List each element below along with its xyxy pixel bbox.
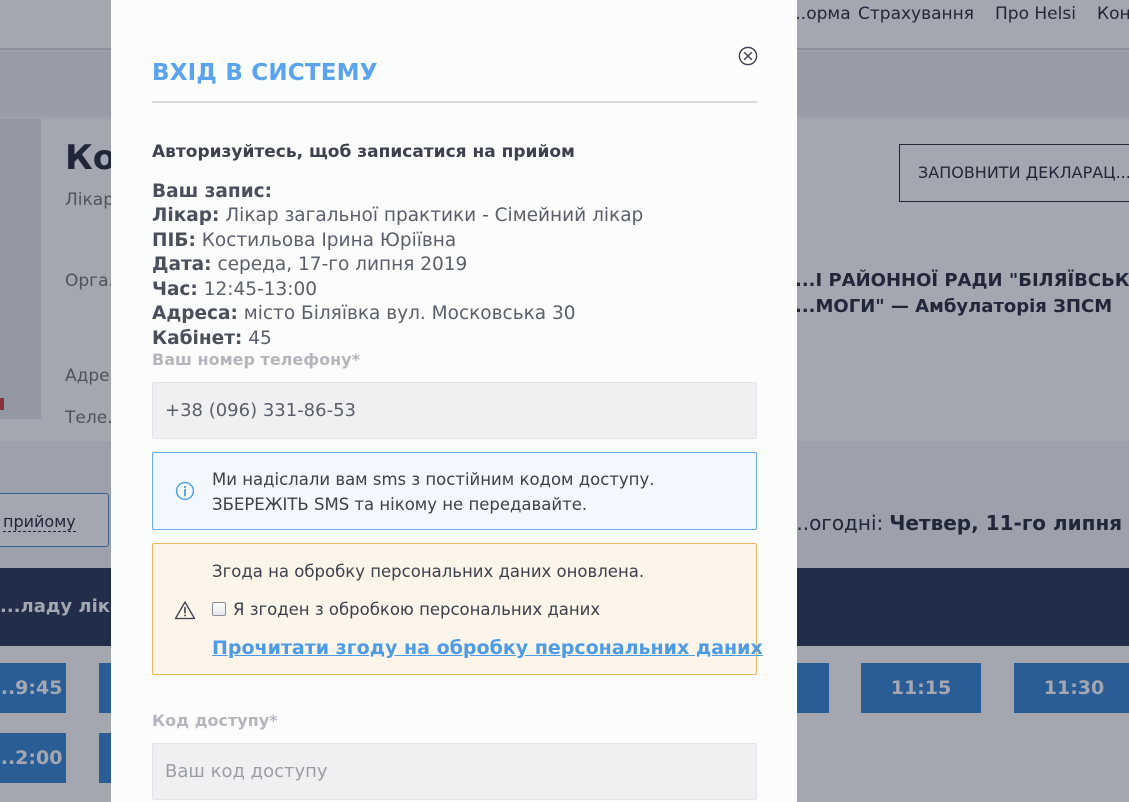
sms-info-box: Ми надіслали вам sms з постійним кодом д… (152, 452, 757, 530)
record-doctor-label: Лікар: (152, 205, 220, 226)
info-icon (175, 481, 195, 501)
close-circle-icon (738, 46, 758, 66)
phone-input[interactable] (152, 382, 757, 439)
record-time-label: Час: (152, 279, 198, 300)
consent-checkbox-row[interactable]: Я згоден з обробкою персональних даних (212, 598, 600, 620)
record-name-label: ПІБ: (152, 230, 196, 251)
record-room: Кабінет: 45 (152, 327, 272, 351)
phone-field-label: Ваш номер телефону* (152, 350, 360, 369)
auth-subtitle: Авторизуйтесь, щоб записатися на прийом (152, 142, 575, 162)
record-doctor: Лікар: Лікар загальної практики - Сімейн… (152, 204, 643, 228)
consent-checkbox-label: Я згоден з обробкою персональних даних (233, 599, 601, 619)
consent-updated-text: Згода на обробку персональних даних онов… (212, 562, 645, 581)
title-divider (152, 101, 757, 103)
record-name-value: Костильова Ірина Юріївна (195, 230, 457, 251)
record-room-label: Кабінет: (152, 328, 243, 349)
record-name: ПІБ: Костильова Ірина Юріївна (152, 229, 456, 253)
record-time: Час: 12:45-13:00 (152, 278, 317, 302)
record-date: Дата: середа, 17-го липня 2019 (152, 253, 467, 277)
read-consent-link[interactable]: Прочитати згоду на обробку персональних … (212, 637, 763, 659)
access-code-input[interactable] (152, 743, 757, 800)
record-address-label: Адреса: (152, 303, 238, 324)
modal-title: ВХІД В СИСТЕМУ (152, 60, 378, 86)
warning-icon (174, 601, 196, 620)
record-time-value: 12:45-13:00 (197, 279, 317, 300)
info-line-2: ЗБЕРЕЖІТЬ SMS та нікому не передавайте. (212, 495, 588, 514)
info-line-1: Ми надіслали вам sms з постійним кодом д… (212, 470, 655, 489)
consent-warning-box: Згода на обробку персональних даних онов… (152, 543, 763, 675)
record-address: Адреса: місто Біляївка вул. Московська 3… (152, 302, 576, 326)
record-heading: Ваш запис: (152, 181, 273, 202)
record-address-value: місто Біляївка вул. Московська 30 (237, 303, 576, 324)
record-date-label: Дата: (152, 254, 212, 275)
login-modal: ВХІД В СИСТЕМУ Авторизуйтесь, щоб записа… (111, 0, 797, 802)
record-date-value: середа, 17-го липня 2019 (211, 254, 468, 275)
close-button[interactable] (738, 46, 758, 66)
access-code-label: Код доступу* (152, 711, 278, 730)
record-room-value: 45 (242, 328, 272, 349)
record-doctor-value: Лікар загальної практики - Сімейний ліка… (219, 205, 644, 226)
consent-checkbox[interactable] (212, 602, 226, 616)
